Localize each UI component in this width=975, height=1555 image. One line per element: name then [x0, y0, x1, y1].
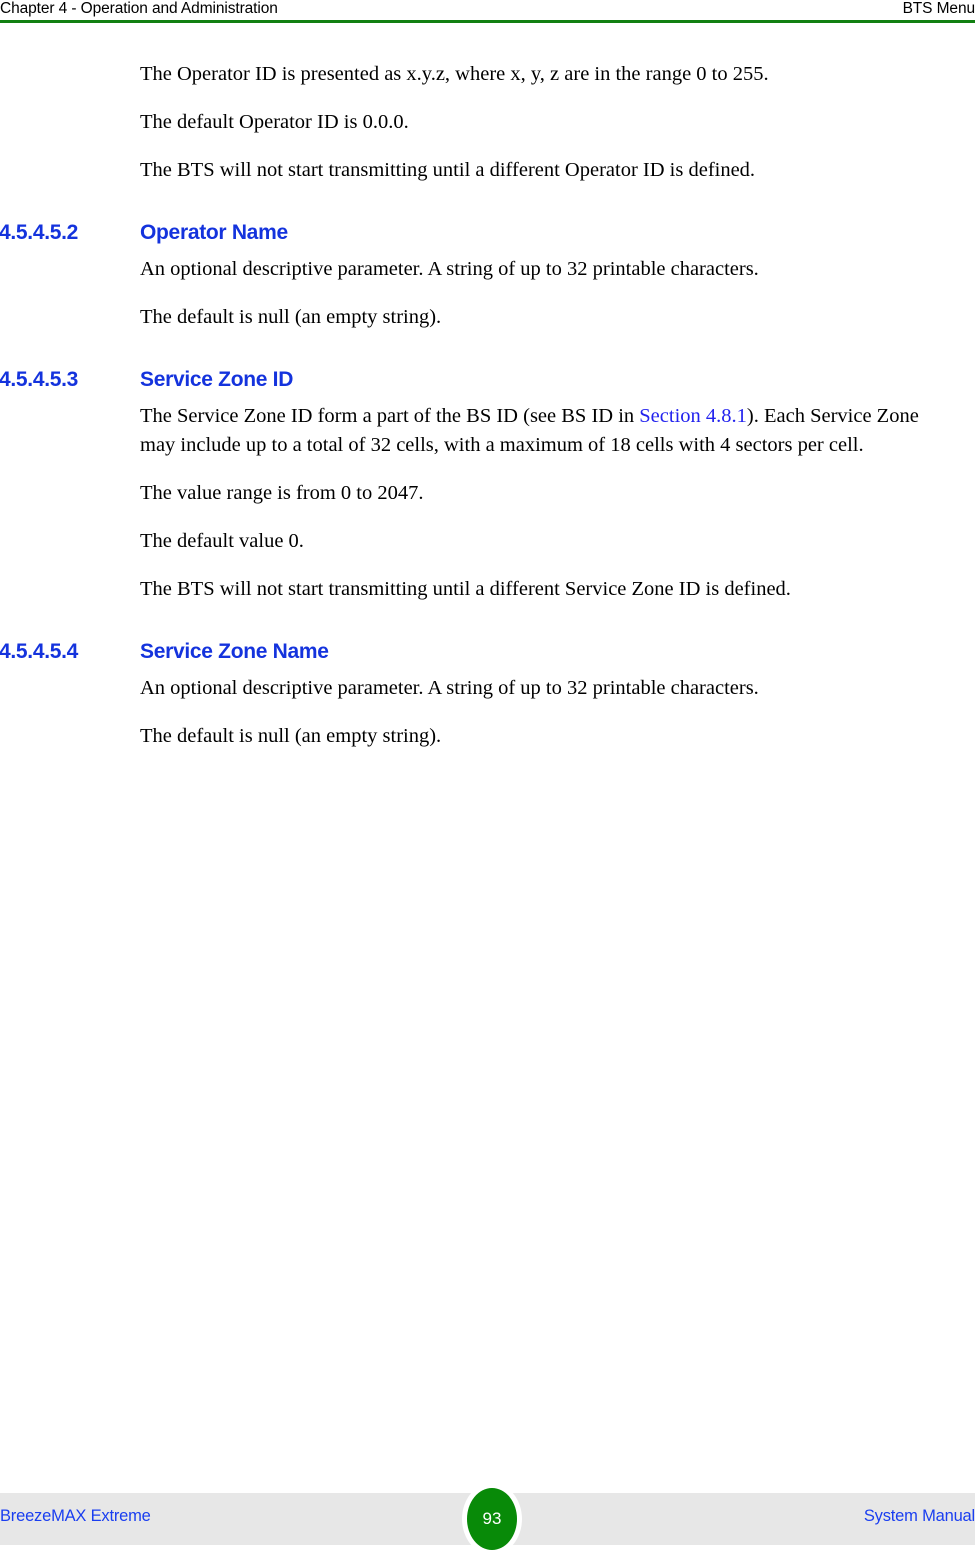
section-heading-service-zone-id: 4.5.4.5.3 Service Zone ID: [0, 368, 975, 396]
paragraph: The BTS will not start transmitting unti…: [140, 578, 791, 600]
page-number-disc: 93: [467, 1488, 517, 1550]
paragraph: The BTS will not start transmitting unti…: [140, 159, 756, 181]
header-rule: [0, 20, 975, 23]
section-title: Service Zone ID: [140, 368, 294, 391]
paragraph: The default Operator ID is 0.0.0.: [140, 111, 409, 133]
paragraph: The default value 0.: [140, 530, 304, 552]
section-heading-service-zone-name: 4.5.4.5.4 Service Zone Name: [0, 640, 975, 668]
header-chapter-title: Chapter 4 - Operation and Administration: [0, 0, 278, 17]
paragraph: The default is null (an empty string).: [140, 306, 442, 328]
document-content: The Operator ID is presented as x.y.z, w…: [0, 60, 975, 751]
section-title: Service Zone Name: [140, 640, 329, 663]
paragraph: An optional descriptive parameter. A str…: [140, 677, 759, 699]
footer-product-name: BreezeMAX Extreme: [0, 1507, 151, 1525]
paragraph-lead-text: The Service Zone ID form a part of the B…: [140, 405, 640, 427]
page-number: 93: [482, 1508, 502, 1528]
paragraph: The default is null (an empty string).: [140, 725, 442, 747]
paragraph: The value range is from 0 to 2047.: [140, 482, 424, 504]
paragraph: The Operator ID is presented as x.y.z, w…: [140, 63, 769, 85]
footer-document-type: System Manual: [863, 1507, 975, 1525]
cross-reference-link[interactable]: Section 4.8.1: [639, 405, 747, 427]
header-section-title: BTS Menu: [902, 0, 975, 17]
page-number-badge: 93: [462, 1483, 522, 1555]
section-number: 4.5.4.5.4: [0, 640, 79, 663]
section-number: 4.5.4.5.3: [0, 368, 79, 391]
section-title: Operator Name: [140, 221, 288, 244]
section-number: 4.5.4.5.2: [0, 221, 79, 244]
section-heading-operator-name: 4.5.4.5.2 Operator Name: [0, 221, 975, 249]
paragraph: An optional descriptive parameter. A str…: [140, 258, 759, 280]
paragraph-with-crossreference: The Service Zone ID form a part of the B…: [0, 402, 975, 460]
